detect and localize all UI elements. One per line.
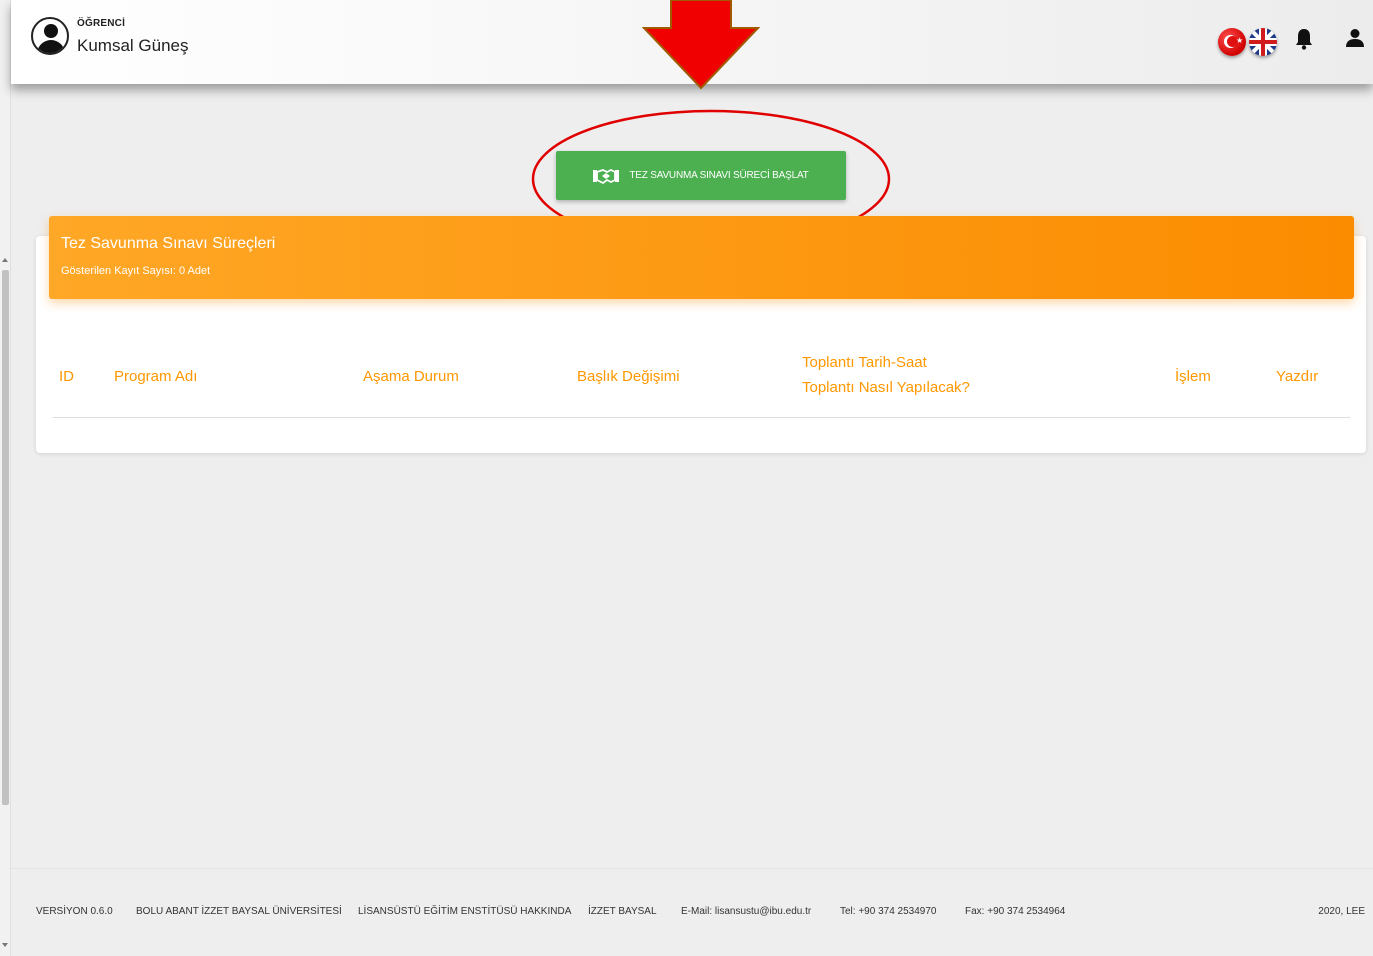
table-header-row: ID Program Adı Aşama Durum Başlık Değişi… xyxy=(53,345,1350,418)
footer-izzet-baysal-link[interactable]: İZZET BAYSAL xyxy=(588,906,657,917)
start-defense-process-button[interactable]: TEZ SAVUNMA SINAVI SÜRECİ BAŞLAT xyxy=(556,151,846,200)
user-icon[interactable] xyxy=(1345,28,1365,48)
column-header-id[interactable]: ID xyxy=(59,364,74,389)
footer-tel: Tel: +90 374 2534970 xyxy=(840,906,937,917)
annotation-arrow-icon xyxy=(642,0,760,90)
footer-fax: Fax: +90 374 2534964 xyxy=(965,906,1066,917)
vertical-scrollbar[interactable] xyxy=(0,0,11,956)
column-header-meeting-datetime[interactable]: Toplantı Tarih-Saat xyxy=(802,350,927,375)
column-header-print[interactable]: Yazdır xyxy=(1276,364,1318,389)
scroll-down-arrow-icon[interactable] xyxy=(2,943,8,947)
column-header-program[interactable]: Program Adı xyxy=(114,364,197,389)
footer-version: VERSİYON 0.6.0 xyxy=(36,906,113,917)
column-header-title-change[interactable]: Başlık Değişimi xyxy=(577,364,680,389)
column-header-action[interactable]: İşlem xyxy=(1175,364,1211,389)
footer-about-link[interactable]: LİSANSÜSTÜ EĞİTİM ENSTİTÜSÜ HAKKINDA xyxy=(358,906,571,917)
column-header-meeting-method[interactable]: Toplantı Nasıl Yapılacak? xyxy=(802,375,970,400)
footer: VERSİYON 0.6.0 BOLU ABANT İZZET BAYSAL Ü… xyxy=(11,868,1373,956)
start-button-label: TEZ SAVUNMA SINAVI SÜRECİ BAŞLAT xyxy=(629,170,809,181)
turkish-flag-icon[interactable]: ★ xyxy=(1218,28,1246,56)
scrollbar-thumb[interactable] xyxy=(2,270,9,805)
footer-email[interactable]: E-Mail: lisansustu@ibu.edu.tr xyxy=(681,906,811,917)
record-count: Gösterilen Kayıt Sayısı: 0 Adet xyxy=(61,265,211,277)
user-name: Kumsal Güneş xyxy=(77,36,189,55)
card-title: Tez Savunma Sınavı Süreçleri xyxy=(61,235,276,252)
card-header: Tez Savunma Sınavı Süreçleri Gösterilen … xyxy=(49,216,1354,299)
user-role: ÖĞRENCİ xyxy=(77,18,126,29)
bell-icon[interactable] xyxy=(1294,28,1314,50)
column-header-stage[interactable]: Aşama Durum xyxy=(363,364,459,389)
footer-copyright: 2020, LEE xyxy=(1318,906,1365,917)
handshake-icon xyxy=(593,168,620,184)
avatar-icon[interactable] xyxy=(31,17,69,55)
footer-university-link[interactable]: BOLU ABANT İZZET BAYSAL ÜNİVERSİTESİ xyxy=(136,906,342,917)
uk-flag-icon[interactable] xyxy=(1249,28,1277,56)
scroll-up-arrow-icon[interactable] xyxy=(2,258,8,262)
